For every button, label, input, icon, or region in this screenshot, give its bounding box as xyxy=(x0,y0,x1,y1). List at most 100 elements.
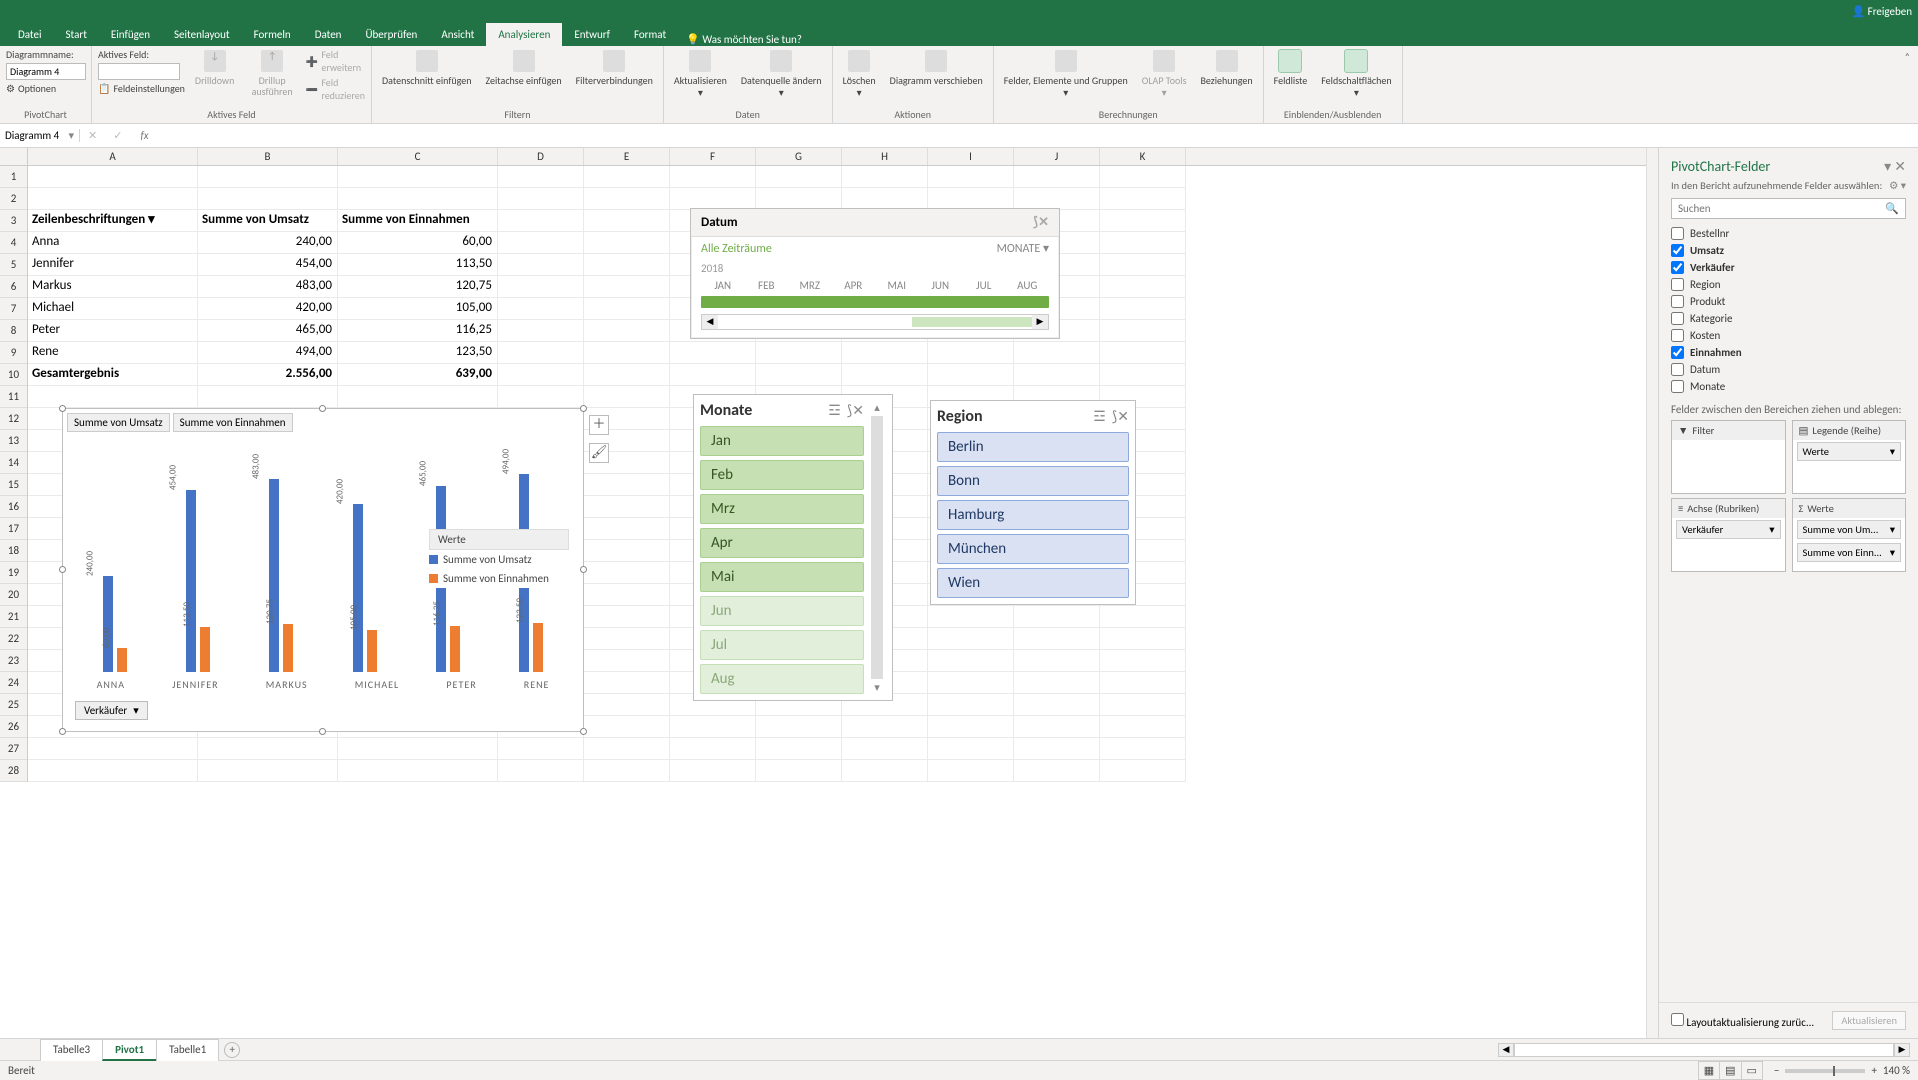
resize-handle[interactable] xyxy=(319,728,326,735)
insert-slicer-button[interactable]: Datenschnitt einfügen xyxy=(378,48,476,88)
col-header-A[interactable]: A xyxy=(28,148,198,165)
ribbon-collapse-icon[interactable]: ˄ xyxy=(1897,46,1918,123)
field-checkbox[interactable]: Einnahmen xyxy=(1671,344,1906,361)
clear-filter-icon[interactable]: ⟆✕ xyxy=(1112,408,1129,425)
cell[interactable]: Peter xyxy=(32,322,60,337)
slicer-item[interactable]: Apr xyxy=(700,528,864,558)
field-checkbox[interactable]: Produkt xyxy=(1671,293,1906,310)
row-header[interactable]: 25 xyxy=(0,694,27,716)
area-legend[interactable]: ▤ Legende (Reihe) Werte▾ xyxy=(1792,420,1907,494)
move-chart-button[interactable]: Diagramm verschieben xyxy=(886,48,987,88)
area-item[interactable]: Summe von Einn...▾ xyxy=(1797,543,1902,562)
vertical-scrollbar[interactable] xyxy=(1646,148,1658,1038)
resize-handle[interactable] xyxy=(319,405,326,412)
worksheet[interactable]: ABCDEFGHIJK 1234567891011121314151617181… xyxy=(0,148,1658,1038)
view-buttons[interactable]: ▦▤▭ xyxy=(1698,1064,1762,1077)
resize-handle[interactable] xyxy=(59,728,66,735)
row-header[interactable]: 20 xyxy=(0,584,27,606)
share-button[interactable]: 👤 Freigeben xyxy=(1851,5,1912,18)
insert-timeline-button[interactable]: Zeitachse einfügen xyxy=(482,48,566,88)
col-header-F[interactable]: F xyxy=(670,148,756,165)
tab-analysieren[interactable]: Analysieren xyxy=(486,23,562,46)
drillup-button[interactable]: ↑Drillup ausführen xyxy=(244,48,300,99)
area-filter[interactable]: ▼ Filter xyxy=(1671,420,1786,494)
row-header[interactable]: 12 xyxy=(0,408,27,430)
col-header-J[interactable]: J xyxy=(1014,148,1100,165)
tab-seitenlayout[interactable]: Seitenlayout xyxy=(162,23,242,46)
tab-start[interactable]: Start xyxy=(54,23,99,46)
col-header-D[interactable]: D xyxy=(498,148,584,165)
slicer-item[interactable]: Berlin xyxy=(937,432,1129,462)
timeline-slicer[interactable]: Datum ⟆✕ Alle Zeiträume MONATE ▾ 2018 JA… xyxy=(690,208,1060,339)
area-item[interactable]: Verkäufer▾ xyxy=(1676,520,1781,539)
scroll-left-icon[interactable]: ◀ xyxy=(702,315,718,329)
cell[interactable]: 113,50 xyxy=(338,256,492,271)
area-axis[interactable]: ≡ Achse (Rubriken) Verkäufer▾ xyxy=(1671,498,1786,572)
field-search[interactable]: 🔍 xyxy=(1671,198,1906,219)
row-headers[interactable]: 1234567891011121314151617181920212223242… xyxy=(0,166,28,782)
clear-button[interactable]: Löschen ▾ xyxy=(839,48,880,100)
resize-handle[interactable] xyxy=(59,405,66,412)
scroll-up-icon[interactable]: ▴ xyxy=(874,401,880,414)
row-header[interactable]: 3 xyxy=(0,210,27,232)
col-header-I[interactable]: I xyxy=(928,148,1014,165)
slicer-region[interactable]: Region ☲⟆✕ BerlinBonnHamburgMünchenWien xyxy=(930,400,1136,605)
slicer-item[interactable]: München xyxy=(937,534,1129,564)
cell[interactable]: Summe von Einnahmen xyxy=(342,212,494,227)
row-header[interactable]: 13 xyxy=(0,430,27,452)
scroll-left-icon[interactable]: ◀ xyxy=(1498,1043,1514,1057)
tell-me-search[interactable]: 💡 Was möchten Sie tun? xyxy=(686,33,802,46)
row-header[interactable]: 23 xyxy=(0,650,27,672)
fx-icon[interactable]: fx xyxy=(130,129,158,142)
chart-add-element-button[interactable]: ＋ xyxy=(589,415,609,435)
cell[interactable]: 105,00 xyxy=(338,300,492,315)
col-header-B[interactable]: B xyxy=(198,148,338,165)
sheet-tab[interactable]: Tabelle1 xyxy=(156,1039,219,1061)
slicer-item[interactable]: Jun xyxy=(700,596,864,626)
new-sheet-button[interactable]: + xyxy=(224,1042,240,1058)
tab-format[interactable]: Format xyxy=(622,23,678,46)
chart-styles-button[interactable]: 🖌 xyxy=(589,443,609,463)
area-item[interactable]: Summe von Um...▾ xyxy=(1797,520,1902,539)
zoom-level[interactable]: 140 % xyxy=(1883,1064,1910,1077)
slicer-item[interactable]: Mai xyxy=(700,562,864,592)
field-checkbox[interactable]: Region xyxy=(1671,276,1906,293)
collapse-field-button[interactable]: ➖ Feld reduzieren xyxy=(306,76,365,102)
zoom-control[interactable]: −+ 140 % xyxy=(1774,1064,1910,1077)
cell[interactable]: 2.556,00 xyxy=(198,366,332,381)
scroll-right-icon[interactable]: ▶ xyxy=(1032,315,1048,329)
multiselect-icon[interactable]: ☲ xyxy=(828,402,841,419)
scrollbar-thumb[interactable] xyxy=(871,416,883,679)
cell[interactable]: Zeilenbeschriftungen ▾ xyxy=(32,212,194,227)
row-header[interactable]: 14 xyxy=(0,452,27,474)
slicer-item[interactable]: Jul xyxy=(700,630,864,660)
col-header-G[interactable]: G xyxy=(756,148,842,165)
col-header-K[interactable]: K xyxy=(1100,148,1186,165)
panel-settings-icon[interactable]: ▾ xyxy=(1884,158,1891,175)
cell[interactable]: Jennifer xyxy=(32,256,74,271)
sheet-tab[interactable]: Pivot1 xyxy=(102,1039,157,1061)
field-checkbox[interactable]: Umsatz xyxy=(1671,242,1906,259)
cell[interactable]: 116,25 xyxy=(338,322,492,337)
clear-filter-icon[interactable]: ⟆✕ xyxy=(1033,215,1049,230)
cell[interactable]: 420,00 xyxy=(198,300,332,315)
row-header[interactable]: 4 xyxy=(0,232,27,254)
col-header-C[interactable]: C xyxy=(338,148,498,165)
multiselect-icon[interactable]: ☲ xyxy=(1093,408,1106,425)
tab-ansicht[interactable]: Ansicht xyxy=(429,23,486,46)
slicer-item[interactable]: Aug xyxy=(700,664,864,694)
tab-entwurf[interactable]: Entwurf xyxy=(562,23,622,46)
field-checkbox[interactable]: Verkäufer xyxy=(1671,259,1906,276)
cell[interactable]: Michael xyxy=(32,300,74,315)
slicer-item[interactable]: Mrz xyxy=(700,494,864,524)
tab-daten[interactable]: Daten xyxy=(303,23,354,46)
slicer-item[interactable]: Bonn xyxy=(937,466,1129,496)
row-header[interactable]: 24 xyxy=(0,672,27,694)
resize-handle[interactable] xyxy=(580,405,587,412)
relationships-button[interactable]: Beziehungen xyxy=(1196,48,1256,88)
row-header[interactable]: 10 xyxy=(0,364,27,386)
row-header[interactable]: 19 xyxy=(0,562,27,584)
chart-name-input[interactable] xyxy=(6,63,86,80)
field-checkbox[interactable]: Kosten xyxy=(1671,327,1906,344)
field-checkbox[interactable]: Bestellnr xyxy=(1671,225,1906,242)
